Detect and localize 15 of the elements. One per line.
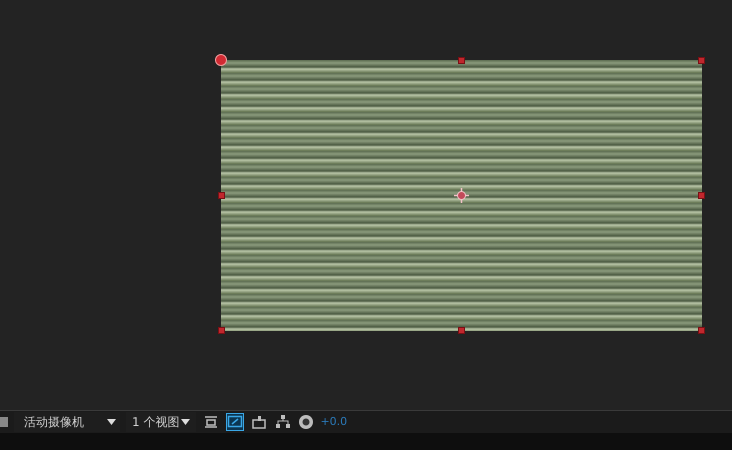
layer-handle[interactable] <box>218 327 225 334</box>
layer-handle[interactable] <box>458 57 465 64</box>
monitor-icon[interactable] <box>226 413 244 431</box>
crosshair-icon[interactable] <box>454 188 469 203</box>
layer-handle[interactable] <box>698 192 705 199</box>
layer-handle[interactable] <box>698 327 705 334</box>
hierarchy-icon[interactable] <box>274 413 292 431</box>
layer-handle[interactable] <box>458 327 465 334</box>
layer-handle[interactable] <box>218 192 225 199</box>
layer-handle[interactable] <box>698 57 705 64</box>
aperture-icon[interactable] <box>298 414 314 430</box>
exposure-value[interactable]: +0.0 <box>320 414 348 430</box>
anchor-handle[interactable] <box>215 54 227 66</box>
caret-icon <box>181 419 190 425</box>
caret-icon <box>107 419 116 425</box>
